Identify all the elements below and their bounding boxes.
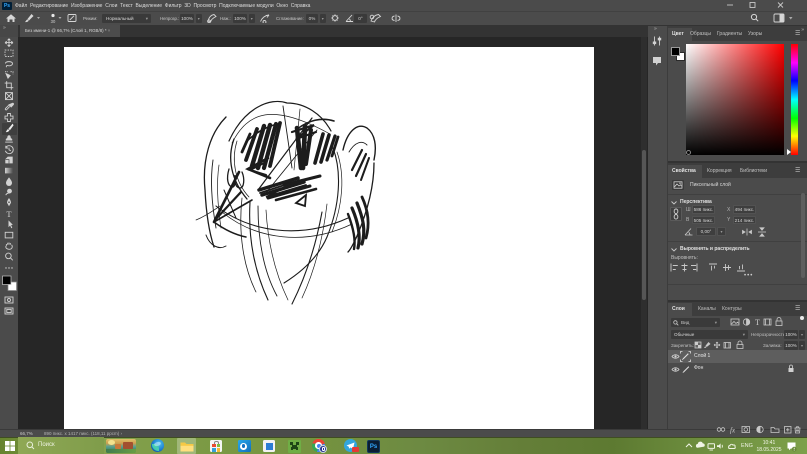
svg-text:30: 30 xyxy=(51,19,56,24)
svg-text:T: T xyxy=(755,318,760,327)
svg-text:fx: fx xyxy=(730,427,736,435)
svg-text:T: T xyxy=(6,209,12,219)
